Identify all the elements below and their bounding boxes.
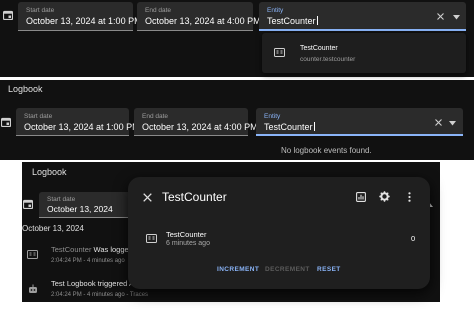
decrement-button[interactable]: DECREMENT [265,266,310,273]
counter-icon [274,47,285,58]
page-title: Logbook [8,84,43,94]
calendar-icon[interactable] [2,9,14,21]
log-entry-message: Was logged [91,245,133,254]
text-caret [316,16,318,25]
entity-input[interactable]: TestCounter [267,16,318,26]
chart-box-icon[interactable] [354,190,367,203]
end-date-label: End date [142,113,169,120]
gear-icon[interactable] [378,190,391,203]
suggestion-name: TestCounter [300,45,338,52]
dropdown-arrow-icon[interactable] [451,12,461,22]
logbook-panel-with-entity-dropdown: Start date October 13, 2024 at 1:00 PM E… [0,0,474,77]
entity-field[interactable]: Entity TestCounter [256,108,463,136]
start-date-field[interactable]: Start date October 13, 2024 at 1:00 PM [18,2,142,31]
entity-input[interactable]: TestCounter [264,122,315,132]
close-icon[interactable] [141,191,153,203]
list-item[interactable]: Test Logbook triggered A 2:04:24 PM - 4 … [22,274,148,302]
no-events-message: No logbook events found. [281,146,372,155]
start-date-field[interactable]: Start date October 13, 2024 [39,192,134,218]
counter-icon [27,249,38,260]
increment-button[interactable]: INCREMENT [217,266,259,273]
log-entry-name[interactable]: Test Logbook triggered [51,279,127,288]
dialog-title: TestCounter [162,190,227,204]
counter-icon [145,233,157,243]
text-caret [313,122,315,131]
logbook-panel-empty: Logbook Start date October 13, 2024 at 1… [0,80,474,160]
date-header: October 13, 2024 [22,224,84,233]
end-date-field[interactable]: End date October 13, 2024 at 4:00 PM [134,108,258,136]
counter-value: 0 [411,234,416,243]
calendar-icon[interactable] [0,116,12,128]
clear-icon[interactable] [435,11,445,21]
clear-icon[interactable] [433,117,443,127]
end-date-value: October 13, 2024 at 4:00 PM [142,122,258,132]
start-date-value: October 13, 2024 at 1:00 PM [24,122,140,132]
entity-label: Entity [267,7,284,14]
last-changed: 6 minutes ago [166,240,210,247]
suggestion-entity-id: counter.testcounter [300,56,356,63]
log-entry-meta: 2:04:24 PM - 4 minutes ago [51,258,125,264]
end-date-value: October 13, 2024 at 4:00 PM [145,16,261,26]
entity-input-text: TestCounter [267,16,316,26]
end-date-field[interactable]: End date October 13, 2024 at 4:00 PM [137,2,261,31]
start-date-label: Start date [26,7,55,14]
entity-label: Entity [264,113,281,120]
log-entry-text: Test Logbook triggered A [51,279,134,288]
dropdown-arrow-icon[interactable] [447,118,457,128]
log-entry-meta: 2:04:24 PM - 4 minutes ago - Traces [51,292,149,298]
robot-icon [27,283,38,294]
start-date-label: Start date [47,196,76,203]
entity-field[interactable]: Entity TestCounter [259,2,466,31]
page-title: Logbook [32,167,67,177]
start-date-value: October 13, 2024 at 1:00 PM [26,16,142,26]
start-date-value: October 13, 2024 [47,204,113,214]
log-entry-text: TestCounter Was logged [51,245,133,254]
entity-name: TestCounter [166,230,207,239]
entity-input-text: TestCounter [264,122,313,132]
reset-button[interactable]: RESET [317,266,341,273]
entity-suggestion-item[interactable]: TestCounter counter.testcounter [262,33,466,73]
dots-vertical-icon[interactable] [404,190,414,203]
entity-suggestions-dropdown: TestCounter counter.testcounter [262,33,466,73]
calendar-icon[interactable] [22,198,34,210]
start-date-field[interactable]: Start date October 13, 2024 at 1:00 PM [16,108,140,136]
log-entry-name[interactable]: TestCounter [51,245,91,254]
end-date-label: End date [145,7,172,14]
start-date-label: Start date [24,113,53,120]
list-item[interactable]: TestCounter Was logged 2:04:24 PM - 4 mi… [22,240,133,268]
more-info-dialog: TestCounter TestCounter 6 minutes ago 0 … [128,177,430,289]
